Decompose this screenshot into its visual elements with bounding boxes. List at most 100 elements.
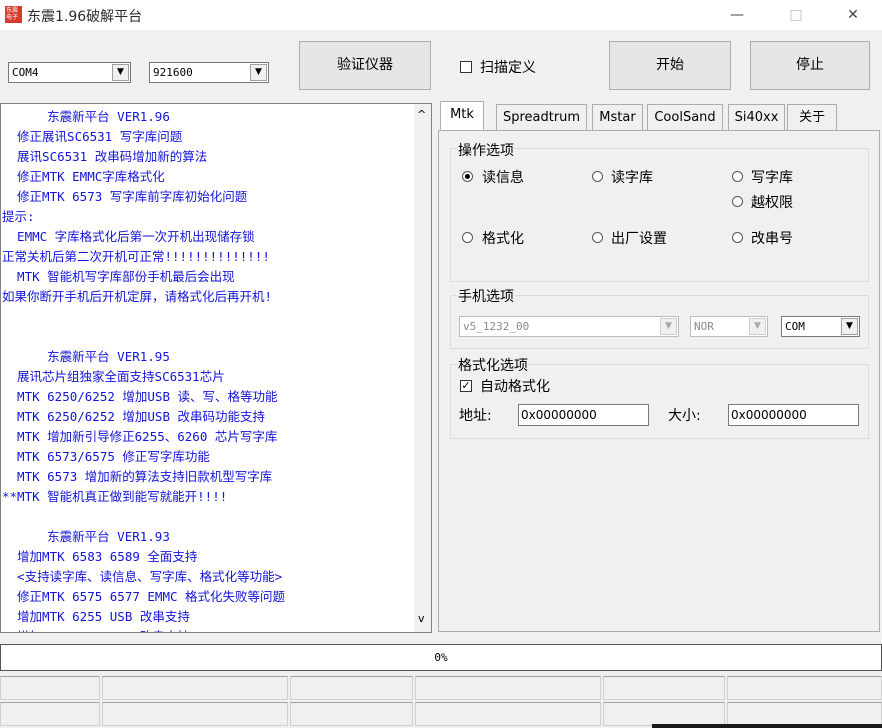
chevron-down-icon[interactable]: ▼ [250, 64, 267, 81]
change-imei-label: 改串号 [751, 231, 793, 247]
log-line: **MTK 智能机真正做到能写就能开!!!! [2, 489, 228, 504]
read-info-label: 读信息 [482, 170, 524, 186]
tab-mtk[interactable]: Mtk [440, 101, 484, 131]
log-line: 正常关机后第二次开机可正常!!!!!!!!!!!!!! [2, 249, 270, 264]
chevron-down-icon[interactable]: ▼ [749, 318, 766, 335]
stop-button[interactable]: 停止 [750, 41, 870, 90]
log-line: 东震新平台 VER1.93 [2, 529, 170, 544]
size-input[interactable]: 0x00000000 [728, 404, 859, 426]
maximize-icon: □ [789, 7, 803, 23]
chevron-down-icon[interactable]: ▼ [841, 318, 858, 335]
radio-format[interactable] [462, 232, 473, 243]
chevron-down-icon[interactable]: ▼ [112, 64, 129, 81]
window-title: 东震1.96破解平台 [27, 9, 143, 25]
phone-options-title: 手机选项 [457, 286, 515, 306]
log-line: MTK 6250/6252 增加USB 改串码功能支持 [2, 409, 266, 424]
minimize-icon: — [730, 7, 744, 23]
status-cell [603, 676, 725, 700]
close-icon: ✕ [847, 7, 859, 23]
status-cell [102, 676, 288, 700]
phone-model-select[interactable]: v5_1232_00 ▼ [459, 316, 679, 337]
status-cell [290, 676, 413, 700]
progress-text: 0% [434, 651, 448, 664]
status-cell [415, 676, 601, 700]
status-cell [727, 676, 882, 700]
log-line: 修正MTK EMMC字库格式化 [2, 169, 165, 184]
format-options-title: 格式化选项 [457, 355, 529, 375]
log-line: 如果你断开手机后开机定屏，请格式化后再开机! [2, 289, 273, 304]
baud-value: 921600 [153, 66, 193, 79]
address-input[interactable]: 0x00000000 [518, 404, 649, 426]
port-value: COM4 [12, 66, 39, 79]
log-line: 增加MTK 6255 USB 改串支持 [2, 609, 190, 624]
verify-device-button[interactable]: 验证仪器 [299, 41, 431, 90]
port-select[interactable]: COM4 ▼ [8, 62, 131, 83]
tab-about[interactable]: 关于 [787, 104, 837, 130]
status-cell [0, 702, 100, 726]
minimize-button[interactable]: — [714, 0, 760, 30]
log-line: MTK 6573 增加新的算法支持旧款机型写字库 [2, 469, 273, 484]
scan-define-label: 扫描定义 [480, 60, 536, 76]
tab-coolsand[interactable]: CoolSand [647, 104, 723, 130]
scroll-up-icon[interactable]: ^ [417, 108, 426, 121]
write-flash-label: 写字库 [751, 170, 793, 186]
scroll-down-icon[interactable]: v [418, 612, 425, 625]
status-cell [603, 702, 725, 726]
bypass-label: 越权限 [751, 195, 793, 211]
log-line: 增加MTK 6251 USB 改串支持 [2, 627, 414, 632]
status-cell [102, 702, 288, 726]
tab-mstar[interactable]: Mstar [592, 104, 643, 130]
scan-define-checkbox[interactable] [460, 61, 472, 73]
factory-reset-label: 出厂设置 [611, 231, 667, 247]
app-logo-text: 东震电子 [6, 7, 19, 21]
window-edge [652, 724, 882, 728]
log-line: MTK 6573/6575 修正写字库功能 [2, 449, 210, 464]
status-cell [0, 676, 100, 700]
status-cell [727, 702, 882, 726]
log-line: MTK 6250/6252 增加USB 读、写、格等功能 [2, 389, 278, 404]
title-bar: 东震电子 东震1.96破解平台 — □ ✕ [0, 0, 882, 30]
radio-write-flash[interactable] [732, 171, 743, 182]
operations-title: 操作选项 [457, 140, 515, 160]
radio-bypass[interactable] [732, 196, 743, 207]
flash-type-select[interactable]: NOR ▼ [690, 316, 768, 337]
format-label: 格式化 [482, 231, 524, 247]
auto-format-checkbox[interactable]: ✓ [460, 380, 472, 392]
log-line: EMMC 字库格式化后第一次开机出现储存锁 [2, 229, 255, 244]
log-line: 提示: [2, 209, 35, 224]
tab-spreadtrum[interactable]: Spreadtrum [496, 104, 587, 130]
read-flash-label: 读字库 [611, 170, 653, 186]
log-scrollbar[interactable]: ^ v [414, 104, 431, 632]
log-line: <支持读字库、读信息、写字库、格式化等功能> [2, 569, 283, 584]
close-button[interactable]: ✕ [830, 0, 876, 30]
log-line: 东震新平台 VER1.95 [2, 349, 170, 364]
radio-read-flash[interactable] [592, 171, 603, 182]
log-line: 东震新平台 VER1.96 [2, 109, 170, 124]
address-label: 地址: [459, 408, 492, 424]
log-line: 增加MTK 6583 6589 全面支持 [2, 549, 198, 564]
baud-select[interactable]: 921600 ▼ [149, 62, 269, 83]
size-label: 大小: [668, 408, 701, 424]
log-line: 修正MTK 6575 6577 EMMC 格式化失败等问题 [2, 589, 286, 604]
flash-type-value: NOR [694, 320, 714, 333]
log-line: 修正展讯SC6531 写字库问题 [2, 129, 183, 144]
maximize-button[interactable]: □ [773, 0, 819, 30]
progress-bar: 0% [0, 644, 882, 671]
connection-select[interactable]: COM ▼ [781, 316, 860, 337]
status-cell [290, 702, 413, 726]
app-logo-icon: 东震电子 [5, 6, 22, 23]
start-button[interactable]: 开始 [609, 41, 731, 90]
tab-si40xx[interactable]: Si40xx [728, 104, 785, 130]
log-lines: 东震新平台 VER1.96 修正展讯SC6531 写字库问题 展讯SC6531 … [2, 107, 414, 632]
radio-read-info[interactable] [462, 171, 473, 182]
log-line: 展讯芯片组独家全面支持SC6531芯片 [2, 369, 225, 384]
log-textarea[interactable]: 东震新平台 VER1.96 修正展讯SC6531 写字库问题 展讯SC6531 … [0, 103, 432, 633]
radio-factory-reset[interactable] [592, 232, 603, 243]
radio-change-imei[interactable] [732, 232, 743, 243]
log-line: 展讯SC6531 改串码增加新的算法 [2, 149, 208, 164]
chevron-down-icon[interactable]: ▼ [660, 318, 677, 335]
log-line: MTK 智能机写字库部份手机最后会出现 [2, 269, 235, 284]
log-line: MTK 增加新引导修正6255、6260 芯片写字库 [2, 429, 278, 444]
